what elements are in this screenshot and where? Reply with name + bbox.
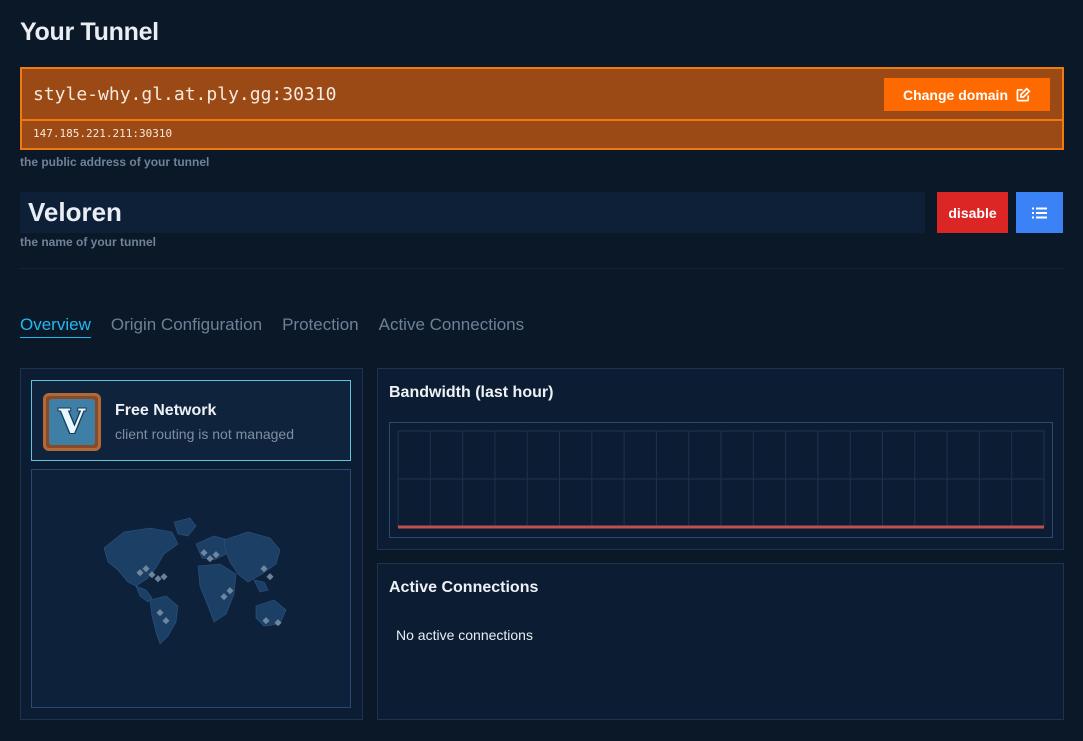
network-title: Free Network [115,402,217,419]
active-connections-title: Active Connections [389,579,539,596]
tunnel-ip[interactable]: 147.185.221.211:30310 [33,127,172,140]
game-logo-letter: V [49,399,95,445]
change-domain-label: Change domain [902,86,1008,103]
network-card[interactable]: V Free Network client routing is not man… [31,380,351,461]
tab-overview[interactable]: Overview [20,315,91,338]
change-domain-button[interactable]: Change domain [884,78,1050,111]
tunnel-name-input[interactable] [20,192,925,233]
edit-icon [1016,87,1031,102]
bandwidth-panel: Bandwidth (last hour) [377,368,1064,550]
world-map [31,469,351,708]
divider [20,268,1064,269]
bandwidth-chart [389,422,1053,538]
name-hint: the name of your tunnel [20,235,157,249]
bandwidth-chart-svg [397,430,1045,529]
menu-button[interactable] [1016,192,1063,233]
tab-bar: Overview Origin Configuration Protection… [20,315,524,338]
no-connections-text: No active connections [396,627,533,643]
tab-active-connections[interactable]: Active Connections [379,315,525,338]
game-logo: V [43,393,101,451]
list-icon [1032,207,1047,218]
public-address-box: style-why.gl.at.ply.gg:30310 Change doma… [20,67,1064,121]
tab-protection[interactable]: Protection [282,315,359,338]
disable-button[interactable]: disable [937,192,1008,233]
ip-address-box: 147.185.221.211:30310 [20,121,1064,150]
address-hint: the public address of your tunnel [20,155,210,169]
tunnel-domain[interactable]: style-why.gl.at.ply.gg:30310 [33,84,336,105]
page-title: Your Tunnel [20,18,159,46]
bandwidth-title: Bandwidth (last hour) [389,384,554,401]
tab-origin-configuration[interactable]: Origin Configuration [111,315,262,338]
active-connections-panel: Active Connections No active connections [377,563,1064,720]
network-subtitle: client routing is not managed [115,426,294,442]
world-map-graphic [103,517,287,645]
network-panel: V Free Network client routing is not man… [20,368,363,720]
